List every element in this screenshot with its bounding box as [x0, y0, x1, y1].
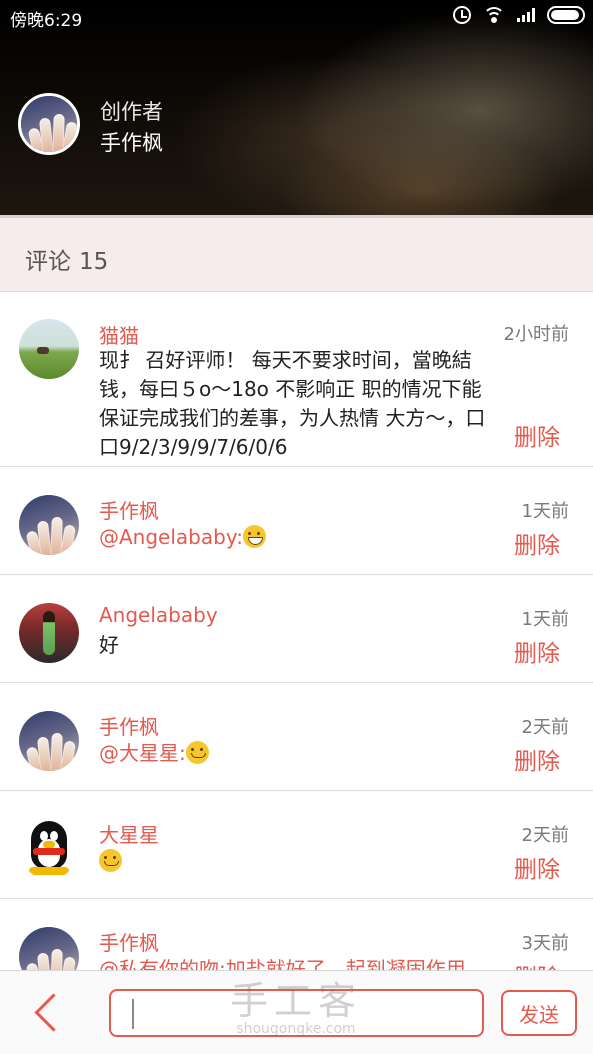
delete-button[interactable]: 删除 [514, 958, 560, 970]
delete-button[interactable]: 删除 [514, 850, 560, 884]
avatar[interactable] [19, 495, 79, 555]
back-chevron-icon[interactable] [26, 993, 66, 1037]
comment-text: @私有你的吻:加盐就好了，起到凝固作用 [99, 957, 466, 970]
avatar[interactable] [19, 319, 79, 379]
nails-avatar-image [19, 927, 79, 970]
comment-time: 3天前 [521, 933, 569, 954]
delete-button[interactable]: 删除 [514, 742, 560, 776]
battery-icon [547, 6, 585, 24]
comments-label: 评论 [25, 249, 71, 275]
avatar[interactable] [19, 711, 79, 771]
comment-item: 手作枫 @Angelababy: 1天前 删除 [0, 467, 593, 575]
creator-header: 傍晚6:29 创作者 手作枫 [0, 0, 593, 215]
delete-button[interactable]: 删除 [514, 418, 560, 452]
signal-icon [517, 8, 535, 22]
comment-list[interactable]: 猫猫 现扌 召好评师！ 每天不要求时间，當晚結钱，每曰５o～18o 不影响正 职… [0, 292, 593, 970]
smile-emoji-icon [99, 849, 122, 872]
comment-time: 1天前 [521, 609, 569, 630]
wifi-icon [483, 7, 505, 23]
status-icons [453, 6, 585, 24]
mention-link[interactable]: @大星星: [99, 741, 186, 765]
comment-text: @Angelababy: [99, 523, 266, 552]
comment-item: 手作枫 @私有你的吻:加盐就好了，起到凝固作用 3天前 删除 [0, 899, 593, 970]
comment-time: 2天前 [521, 717, 569, 738]
comment-username[interactable]: 猫猫 [99, 320, 139, 349]
alarm-icon [453, 6, 471, 24]
comment-item: 猫猫 现扌 召好评师！ 每天不要求时间，當晚結钱，每曰５o～18o 不影响正 职… [0, 292, 593, 467]
comment-text: @大星星: [99, 739, 209, 768]
send-button[interactable]: 发送 [501, 990, 577, 1036]
creator-avatar[interactable] [18, 93, 80, 155]
comment-username[interactable]: 手作枫 [99, 711, 159, 740]
avatar[interactable] [19, 927, 79, 970]
nails-avatar-image [19, 495, 79, 555]
status-bar: 傍晚6:29 [0, 0, 593, 34]
nails-avatar-image [19, 711, 79, 771]
status-time: 傍晚6:29 [10, 11, 83, 31]
grassland-avatar-image [19, 319, 79, 379]
comment-text: 好 [99, 633, 119, 657]
comment-input-bar: 发送 手工客 shougongke.com [0, 970, 593, 1054]
comment-item: 大星星 2天前 删除 [0, 791, 593, 899]
delete-button[interactable]: 删除 [514, 634, 560, 668]
comment-time: 2小时前 [503, 324, 569, 345]
comment-time: 1天前 [521, 501, 569, 522]
wink-emoji-icon [185, 741, 209, 764]
person-avatar-image [19, 603, 79, 663]
comments-count-bar: 评论 15 [0, 215, 593, 292]
comment-input[interactable] [109, 989, 484, 1037]
comments-count: 评论 15 [25, 242, 108, 276]
creator-name[interactable]: 手作枫 [100, 127, 163, 157]
qq-penguin-avatar-image [19, 819, 79, 879]
comment-time: 2天前 [521, 825, 569, 846]
text-cursor [132, 999, 134, 1029]
comment-text: 现扌 召好评师！ 每天不要求时间，當晚結钱，每曰５o～18o 不影响正 职的情况… [99, 348, 486, 459]
comment-item: 手作枫 @大星星: 2天前 删除 [0, 683, 593, 791]
comments-count-number: 15 [79, 249, 109, 275]
comment-username[interactable]: 手作枫 [99, 927, 159, 956]
delete-button[interactable]: 删除 [514, 526, 560, 560]
comment-username[interactable]: 大星星 [99, 819, 159, 848]
comment-text [99, 847, 122, 876]
nails-avatar-image [21, 96, 77, 152]
mention-link[interactable]: @Angelababy: [99, 525, 243, 549]
avatar[interactable] [19, 819, 79, 879]
comment-username[interactable]: Angelababy [99, 603, 218, 627]
avatar[interactable] [19, 603, 79, 663]
comment-item: Angelababy 好 1天前 删除 [0, 575, 593, 683]
grin-emoji-icon [242, 525, 266, 548]
comment-username[interactable]: 手作枫 [99, 495, 159, 524]
creator-label: 创作者 [100, 100, 163, 124]
